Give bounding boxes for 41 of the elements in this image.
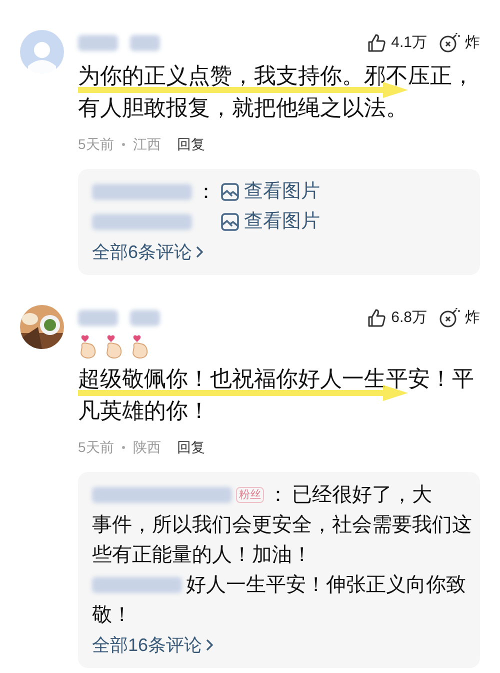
hand-heart-icon <box>130 335 150 359</box>
fan-badge: 粉丝 <box>236 487 264 503</box>
comment-text: 为你的正义点赞，我支持你。邪不压正， <box>78 62 474 90</box>
like-button[interactable]: 6.8万 <box>367 306 427 330</box>
thumbs-up-icon <box>367 308 388 328</box>
bomb-button[interactable]: 炸 <box>439 32 480 54</box>
reply-text: 好人一生平安！伸张正义向你致 <box>186 573 466 598</box>
all-comments-link[interactable]: 全部6条评论 <box>92 237 204 267</box>
reply-button[interactable]: 回复 <box>176 134 205 155</box>
blurred-name <box>78 310 118 326</box>
blurred-name <box>130 310 160 326</box>
comment-time: 5天前 <box>78 438 114 457</box>
bomb-button[interactable]: 炸 <box>439 306 480 330</box>
comment-location: 陕西 <box>132 438 161 457</box>
like-button[interactable]: 4.1万 <box>367 32 427 54</box>
view-image-link[interactable]: 查看图片 <box>220 177 320 207</box>
reply-text: 敬！ <box>92 603 132 628</box>
comment-text: 凡英雄的你！ <box>78 397 210 425</box>
comment-text: 超级敬佩你！也祝福你好人一生平安！平 <box>78 365 474 393</box>
reply-text: 些有正能量的人！加油！ <box>92 543 312 568</box>
reply-button[interactable]: 回复 <box>176 437 205 458</box>
hand-heart-icon <box>78 335 98 359</box>
chevron-right-icon <box>206 639 214 651</box>
comment-time: 5天前 <box>78 135 114 154</box>
view-image-link[interactable]: 查看图片 <box>220 207 320 237</box>
reply-text: 已经很好了，大 <box>292 483 432 508</box>
bomb-icon <box>439 308 461 328</box>
reply-text: 事件，所以我们会更安全，社会需要我们这 <box>92 513 472 538</box>
bomb-icon <box>439 33 461 53</box>
comment-text: 有人胆敢报复，就把他绳之以法。 <box>78 94 408 122</box>
chevron-right-icon <box>196 246 204 258</box>
image-icon <box>220 182 240 202</box>
comment-location: 江西 <box>132 135 161 154</box>
reply-separator: ： <box>196 180 217 205</box>
reply-separator: ： <box>268 483 288 508</box>
all-comments-link[interactable]: 全部16条评论 <box>92 630 214 660</box>
blurred-name <box>78 35 118 51</box>
hand-heart-icon <box>104 335 124 359</box>
blurred-name <box>130 35 160 51</box>
thumbs-up-icon <box>367 33 388 53</box>
image-icon <box>220 212 240 232</box>
